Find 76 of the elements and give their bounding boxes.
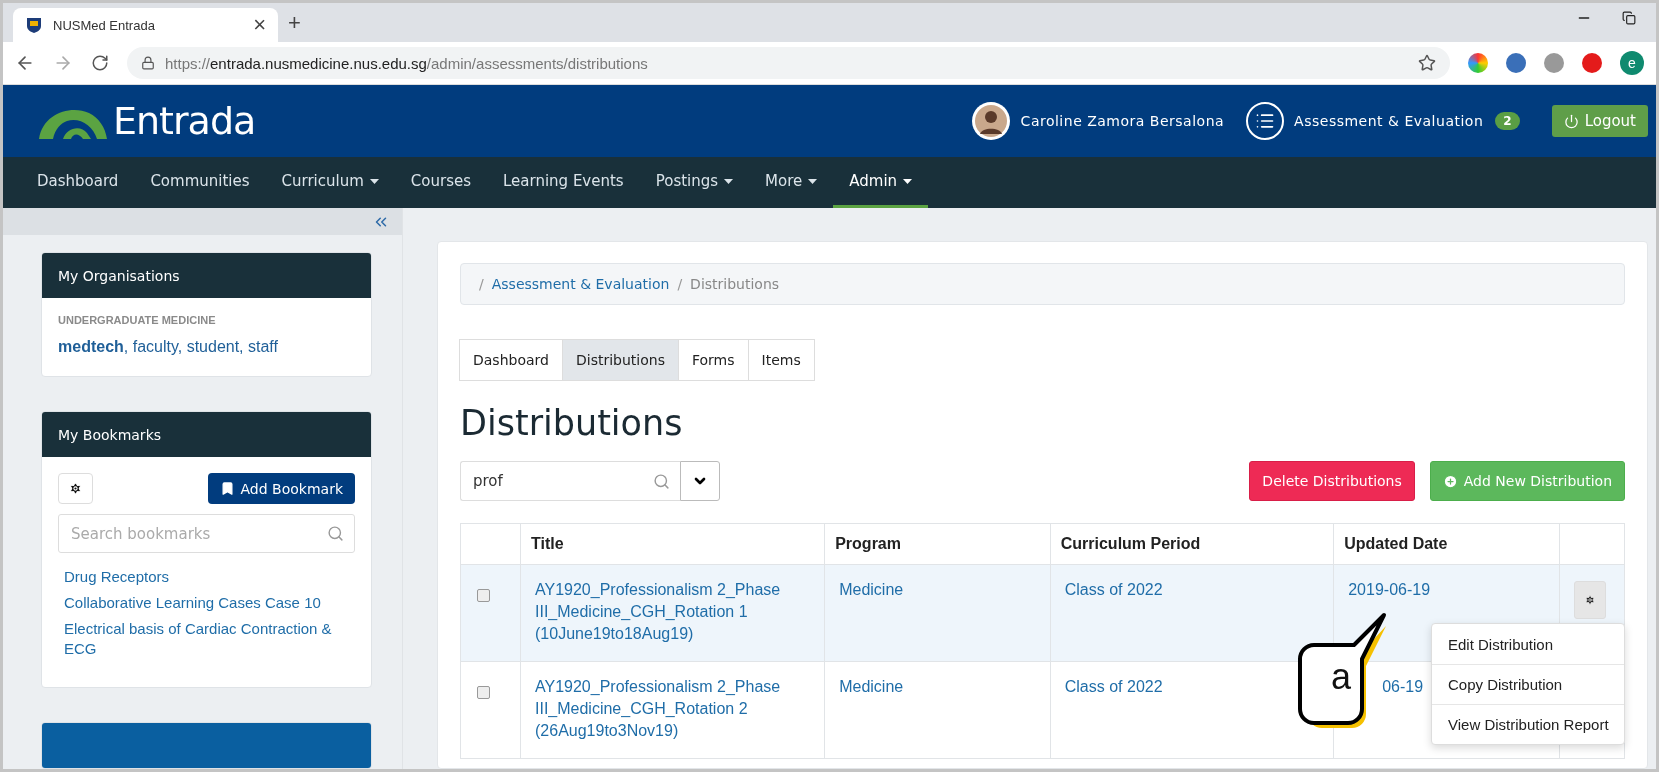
page-heading: Distributions [460, 403, 684, 443]
menu-item[interactable]: View Distribution Report [1432, 704, 1624, 744]
delete-button[interactable]: Delete Distributions [1249, 461, 1415, 501]
row-checkbox[interactable] [477, 589, 490, 602]
restore-icon[interactable] [1622, 10, 1636, 25]
gear-icon [69, 482, 82, 495]
column-header: Curriculum Period [1050, 523, 1334, 565]
nav-item[interactable]: Postings [639, 157, 750, 208]
tab[interactable]: Distributions [561, 339, 679, 381]
search-icon [653, 472, 670, 490]
nav-item[interactable]: Learning Events [487, 157, 640, 208]
add-bookmark-button[interactable]: Add Bookmark [207, 473, 355, 504]
close-tab-button[interactable]: × [253, 14, 266, 36]
logo-text: Entrada [113, 99, 256, 143]
breadcrumb-separator: / [479, 276, 484, 292]
count-badge: 2 [1495, 112, 1520, 130]
date-link[interactable]: 2019-06-19 [1348, 579, 1431, 601]
date-link[interactable]: 06-19 [1382, 676, 1424, 698]
nav-item[interactable]: Courses [394, 157, 487, 208]
user-name[interactable]: Caroline Zamora Bersalona [1020, 113, 1225, 129]
organisation-links[interactable]: medtech, faculty, student, staff [58, 338, 355, 356]
search-field[interactable]: prof [460, 461, 680, 501]
menu-item[interactable]: Copy Distribution [1432, 664, 1624, 704]
plus-circle-icon [1442, 473, 1458, 489]
column-header: Updated Date [1333, 523, 1560, 565]
url-text: https://entrada.nusmedicine.nus.edu.sg/admin/assessments/distributions [165, 54, 649, 72]
breadcrumb-separator: / [677, 276, 683, 292]
extension-icon[interactable] [1506, 53, 1526, 73]
program-link[interactable]: Medicine [839, 676, 904, 698]
address-bar[interactable]: https://entrada.nusmedicine.nus.edu.sg/admin/assessments/distributions [127, 47, 1450, 79]
callout-label: a [1330, 659, 1352, 695]
browser-tab[interactable]: NUSMed Entrada × [13, 8, 278, 42]
bookmark-star-icon[interactable] [1418, 54, 1436, 72]
extension-icon[interactable] [1582, 53, 1602, 73]
search-field[interactable]: Search bookmarks [58, 514, 355, 553]
column-header: Program [824, 523, 1051, 565]
tab-title: NUSMed Entrada [53, 17, 156, 33]
menu-item[interactable]: Edit Distribution [1432, 624, 1624, 664]
bookmark-icon [219, 481, 235, 496]
favicon-icon [25, 16, 43, 34]
settings-button[interactable] [58, 473, 93, 504]
breadcrumb-link[interactable]: Assessment & Evaluation [491, 276, 670, 292]
reload-icon[interactable] [91, 54, 109, 72]
bookmark-link[interactable]: Collaborative Learning Cases Case 10 [64, 593, 349, 613]
profile-avatar[interactable]: e [1620, 51, 1644, 75]
period-link[interactable]: Class of 2022 [1064, 676, 1163, 698]
search-input[interactable]: Search bookmarks [69, 515, 327, 552]
extension-icon[interactable] [1468, 53, 1488, 73]
bookmark-link[interactable]: Electrical basis of Cardiac Contraction & ECG [64, 619, 349, 659]
dropdown-button[interactable] [680, 461, 720, 501]
search-icon [327, 525, 344, 542]
period-link[interactable]: Class of 2022 [1064, 579, 1163, 601]
nav-item[interactable]: Dashboard [21, 157, 135, 208]
card-header: My Organisations [42, 253, 371, 298]
tab[interactable]: Forms [677, 339, 749, 381]
user-avatar [970, 101, 1011, 141]
group-label: UNDERGRADUATE MEDICINE [58, 314, 217, 326]
tab[interactable]: Dashboard [459, 339, 563, 381]
row-checkbox[interactable] [477, 686, 490, 699]
bookmark-link[interactable]: Drug Receptors [64, 567, 349, 587]
program-link[interactable]: Medicine [839, 579, 904, 601]
gear-icon [1584, 595, 1595, 605]
column-header: Title [520, 523, 825, 565]
new-tab-button[interactable]: + [288, 11, 301, 34]
nav-item[interactable]: Communities [134, 157, 266, 208]
search-input[interactable]: prof [471, 462, 653, 500]
lock-icon [141, 56, 155, 70]
assessment-link[interactable]: Assessment & Evaluation [1294, 113, 1484, 129]
row-actions-button[interactable] [1573, 581, 1606, 619]
power-icon [1563, 113, 1579, 129]
tab[interactable]: Items [747, 339, 815, 381]
card-header: My Bookmarks [42, 412, 371, 457]
nav-item[interactable]: Curriculum [265, 157, 395, 208]
extension-icon[interactable] [1544, 53, 1564, 73]
list-icon [1246, 102, 1285, 140]
nav-item[interactable]: More [749, 157, 834, 208]
